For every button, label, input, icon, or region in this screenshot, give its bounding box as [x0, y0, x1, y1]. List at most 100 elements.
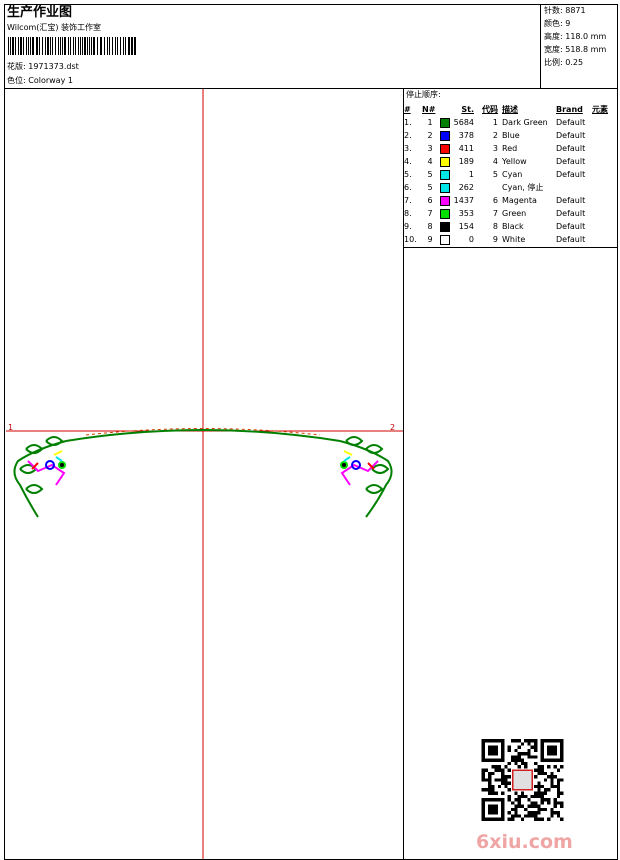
row-index: 1.	[404, 117, 412, 127]
color-swatch	[438, 207, 452, 220]
thread-brand: Default	[556, 156, 586, 166]
qr-logo-seal	[511, 769, 534, 791]
color-swatch	[438, 168, 452, 181]
color-swatch	[438, 233, 452, 246]
table-row: 8. 7 353 7 Green Default	[404, 207, 616, 220]
swatch-box	[440, 221, 450, 232]
row-index: 3.	[404, 143, 412, 153]
row-index: 4.	[404, 156, 412, 166]
element-cell	[592, 168, 616, 181]
table-row: 3. 3 411 3 Red Default	[404, 142, 616, 155]
table-row: 6. 5 262 Cyan, 停止	[404, 181, 616, 194]
design-scale: 比例: 0.25	[544, 58, 584, 67]
color-description: Cyan	[502, 169, 523, 179]
element-cell	[592, 129, 616, 142]
table-row: 7. 6 1437 6 Magenta Default	[404, 194, 616, 207]
element-cell	[592, 116, 616, 129]
swatch-box	[440, 208, 450, 219]
color-code: 3	[492, 143, 498, 153]
swatch-box	[440, 234, 450, 245]
table-row: 10. 9 0 9 White Default	[404, 233, 616, 246]
color-code: 6	[492, 195, 498, 205]
element-cell	[592, 181, 616, 194]
table-divider	[403, 247, 618, 248]
color-code: 7	[492, 208, 498, 218]
color-swatch	[438, 194, 452, 207]
swatch-box	[440, 195, 450, 206]
stitch-count-cell: 411	[458, 143, 474, 153]
color-swatch	[438, 142, 452, 155]
stitch-count-cell: 0	[468, 234, 474, 244]
stitch-count: 针数: 8871	[544, 6, 586, 15]
table-header-row: # N# St. 代码 描述 Brand 元素	[404, 103, 616, 116]
table-row: 9. 8 154 8 Black Default	[404, 220, 616, 233]
color-swatch	[438, 181, 452, 194]
col-swatch-header	[438, 103, 452, 116]
element-cell	[592, 220, 616, 233]
row-index: 9.	[404, 221, 412, 231]
stop-sequence-table: # N# St. 代码 描述 Brand 元素 1. 1 5684 1 Dark Gre…	[404, 103, 616, 246]
row-index: 2.	[404, 130, 412, 140]
thread-brand: Default	[556, 117, 586, 127]
row-index: 8.	[404, 208, 412, 218]
swatch-box	[440, 169, 450, 180]
needle-number: 8	[427, 221, 433, 231]
table-row: 5. 5 1 5 Cyan Default	[404, 168, 616, 181]
colorway-label: 色位: Colorway 1	[7, 76, 73, 85]
color-description: Black	[502, 221, 524, 231]
axis-label-right: 2	[390, 423, 396, 432]
design-preview	[6, 89, 403, 859]
color-code: 4	[492, 156, 498, 166]
embroidery-right-ornament	[340, 450, 379, 486]
design-width: 宽度: 518.8 mm	[544, 45, 607, 54]
swatch-box	[440, 143, 450, 154]
needle-number: 5	[427, 182, 433, 192]
color-code: 1	[492, 117, 498, 127]
element-cell	[592, 194, 616, 207]
row-index: 5.	[404, 169, 412, 179]
thread-brand: Default	[556, 130, 586, 140]
thread-brand	[556, 181, 592, 194]
col-code-header: 代码	[482, 104, 498, 114]
watermark: 6xiu.com	[476, 831, 573, 853]
embroidery-left-ornament	[27, 450, 66, 486]
needle-number: 1	[427, 117, 433, 127]
color-code	[474, 181, 502, 194]
table-row: 4. 4 189 4 Yellow Default	[404, 155, 616, 168]
color-description: Blue	[502, 130, 520, 140]
color-code: 5	[492, 169, 498, 179]
thread-brand: Default	[556, 143, 586, 153]
color-code: 8	[492, 221, 498, 231]
color-code: 2	[492, 130, 498, 140]
stitch-count-cell: 262	[458, 182, 474, 192]
color-swatch	[438, 220, 452, 233]
stitch-count-cell: 154	[458, 221, 474, 231]
stats-box-border	[540, 4, 541, 89]
color-description: Yellow	[502, 156, 527, 166]
thread-brand: Default	[556, 221, 586, 231]
thread-brand: Default	[556, 195, 586, 205]
col-stitches-header: St.	[461, 104, 474, 114]
col-description-header: 描述	[502, 104, 518, 114]
design-height: 高度: 118.0 mm	[544, 32, 607, 41]
element-cell	[592, 233, 616, 246]
thread-brand: Default	[556, 208, 586, 218]
needle-number: 2	[427, 130, 433, 140]
color-code: 9	[492, 234, 498, 244]
qr-code-image	[481, 739, 564, 821]
thread-brand: Default	[556, 234, 586, 244]
color-description: Cyan, 停止	[502, 182, 544, 192]
color-count: 颜色: 9	[544, 19, 571, 28]
needle-number: 3	[427, 143, 433, 153]
color-swatch	[438, 116, 452, 129]
swatch-box	[440, 156, 450, 167]
stitch-count-cell: 353	[458, 208, 474, 218]
row-index: 10.	[404, 234, 417, 244]
col-needle-header: N#	[422, 104, 436, 114]
row-index: 7.	[404, 195, 412, 205]
element-cell	[592, 207, 616, 220]
thread-brand: Default	[556, 169, 586, 179]
stitch-count-cell: 378	[458, 130, 474, 140]
row-index: 6.	[404, 182, 412, 192]
axis-label-left: 1	[8, 423, 14, 432]
